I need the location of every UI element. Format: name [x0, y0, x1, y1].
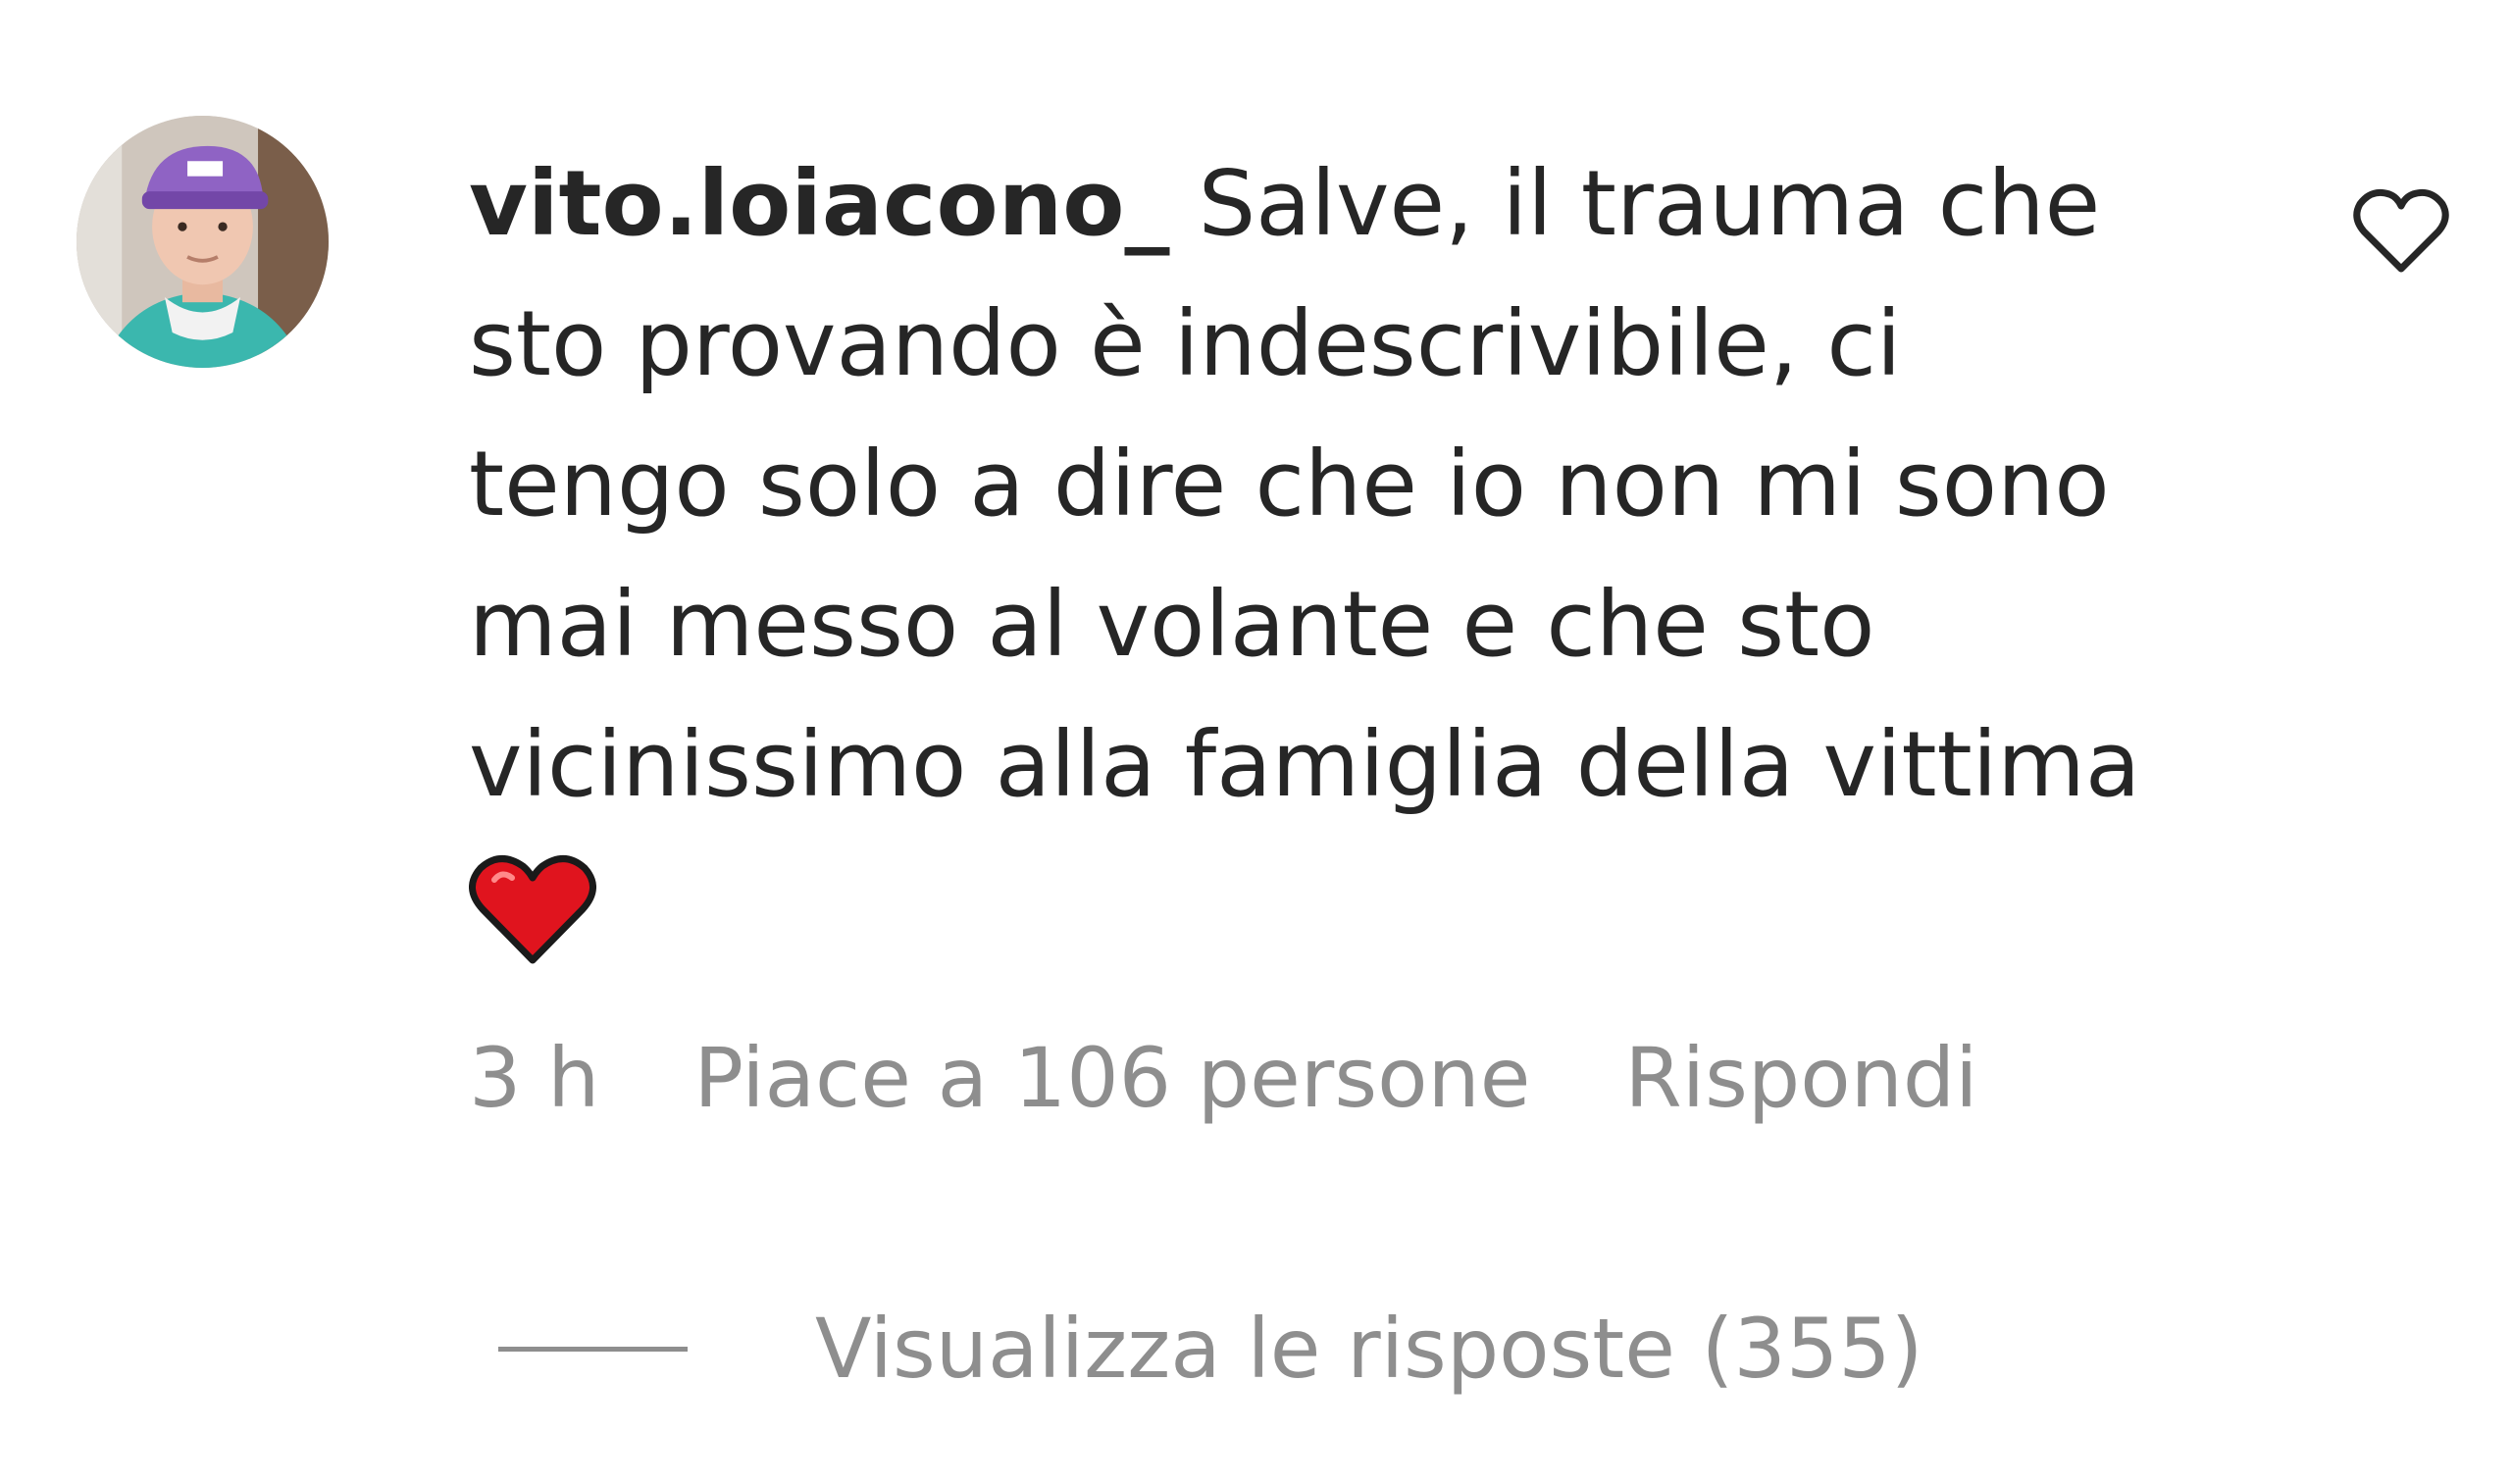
comment-text-line-5: vicinissimo alla famiglia della vittima [469, 712, 2141, 817]
comment-body: vito.loiacono_ Salve, il trauma che sto … [469, 133, 2254, 965]
comment-meta: 3 h Piace a 106 persone Rispondi [469, 1030, 1977, 1126]
red-heart-emoji [469, 855, 596, 964]
comment-text-line-1: Salve, il trauma che [1198, 151, 2101, 256]
likes-count[interactable]: Piace a 106 persone [693, 1030, 1530, 1126]
avatar-image [77, 116, 329, 368]
replies-divider [498, 1346, 688, 1352]
avatar[interactable] [77, 116, 329, 368]
comment-text-line-2: sto provando è indescrivibile, ci [469, 291, 1902, 396]
heart-outline-icon[interactable] [2350, 186, 2452, 277]
view-replies-button[interactable]: Visualizza le risposte (355) [498, 1301, 1923, 1397]
reply-button[interactable]: Rispondi [1624, 1030, 1977, 1126]
comment-time: 3 h [469, 1030, 600, 1126]
comment: vito.loiacono_ Salve, il trauma che sto … [0, 0, 2511, 1484]
comment-username[interactable]: vito.loiacono_ [469, 151, 1169, 256]
comment-text-line-4: mai messo al volante e che sto [469, 572, 1875, 677]
comment-text-line-3: tengo solo a dire che io non mi sono [469, 432, 2110, 537]
view-replies-label: Visualizza le risposte (355) [815, 1301, 1923, 1397]
